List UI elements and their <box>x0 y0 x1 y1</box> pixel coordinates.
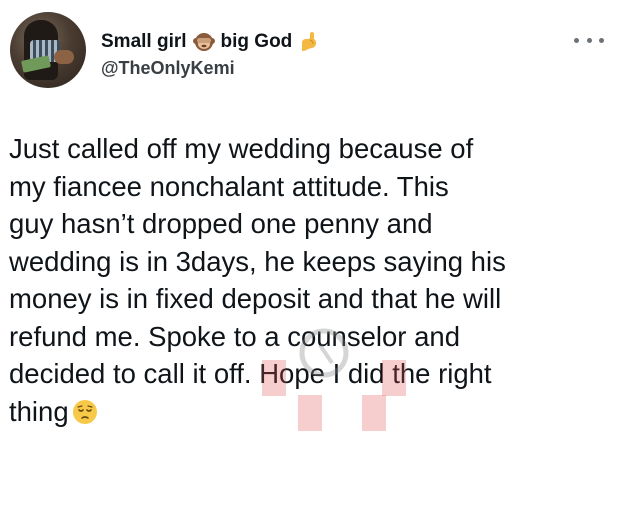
user-handle[interactable]: @TheOnlyKemi <box>101 58 235 79</box>
avatar[interactable] <box>10 12 86 88</box>
flexed-biceps-icon <box>298 31 320 53</box>
avatar-hand <box>54 50 74 64</box>
dot <box>586 37 592 43</box>
display-name-part2: big God <box>220 31 293 52</box>
tweet-body-text: Just called off my wedding because of my… <box>9 133 506 427</box>
tweet-body: Just called off my wedding because of my… <box>9 130 619 430</box>
dot <box>574 37 579 43</box>
see-no-evil-monkey-icon <box>192 31 215 53</box>
more-options-icon[interactable] <box>574 34 604 46</box>
tweet-header: Small girl big God @TheOnlyKemi <box>0 0 635 110</box>
pensive-face-icon <box>71 398 99 426</box>
dot <box>599 37 604 43</box>
display-name[interactable]: Small girl big God <box>101 30 326 54</box>
display-name-part1: Small girl <box>101 31 187 52</box>
